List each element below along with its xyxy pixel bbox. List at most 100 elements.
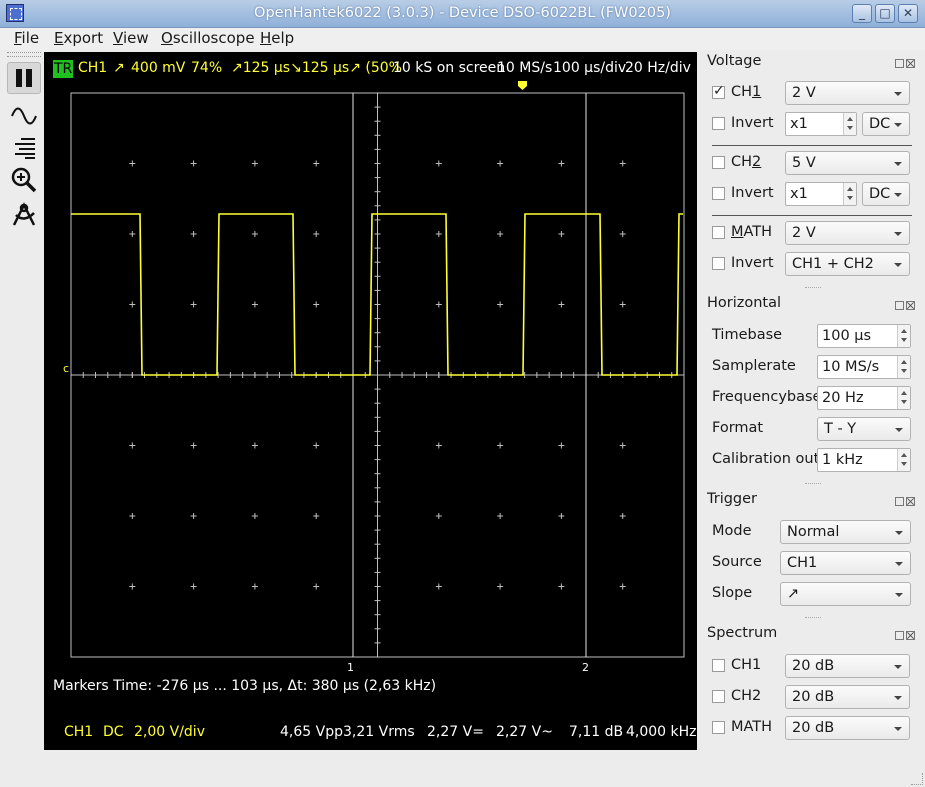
- bottom-vdc: 2,27 V=: [427, 724, 484, 740]
- spin-arrows-icon[interactable]: [843, 183, 856, 205]
- calibration-out-spinbox[interactable]: 1 kHz: [817, 448, 911, 472]
- toolbar-grip[interactable]: [7, 52, 41, 57]
- float-icon[interactable]: [895, 631, 904, 640]
- ch2-invert-label: Invert: [731, 185, 774, 201]
- top-timebase: 100 µs/div: [553, 60, 627, 76]
- menu-oscilloscope[interactable]: Oscilloscope: [161, 29, 255, 47]
- close-icon[interactable]: [906, 59, 915, 68]
- trigger-slope-select[interactable]: ↗: [780, 582, 911, 606]
- markers-readout: Markers Time: -276 µs ... 103 µs, Δt: 38…: [53, 678, 437, 694]
- frequencybase-label: Frequencybase: [712, 389, 822, 405]
- bottom-vac: 2,27 V~: [496, 724, 553, 740]
- close-button[interactable]: ✕: [898, 4, 918, 23]
- separator: [712, 145, 912, 146]
- close-icon[interactable]: [906, 301, 915, 310]
- samplerate-spinbox[interactable]: 10 MS/s: [817, 355, 911, 379]
- spectrum-ch2-select[interactable]: 20 dB: [785, 685, 910, 709]
- calibration-out-row: Calibration out 1 kHz: [712, 448, 912, 472]
- ch2-gain-select[interactable]: 5 V: [785, 151, 910, 175]
- zoom-icon: [11, 167, 37, 193]
- ch1-coupling-select[interactable]: DC: [862, 112, 910, 136]
- cursor-button[interactable]: [7, 198, 41, 230]
- menu-view[interactable]: View: [113, 29, 149, 47]
- top-samples: 10 kS on screen: [393, 60, 506, 76]
- scope-screen[interactable]: 1 2 c TR CH1 ↗ 400 mV 74% ↗125 µs↘125 µs↗ …: [44, 52, 697, 750]
- math-checkbox[interactable]: [712, 226, 725, 239]
- spin-arrows-icon[interactable]: [897, 449, 910, 471]
- trigger-source-label: Source: [712, 554, 762, 570]
- trigger-status-badge: TR: [53, 60, 74, 78]
- waveform-button[interactable]: [7, 100, 41, 132]
- measure-button[interactable]: [7, 132, 41, 164]
- bottom-frequency: 4,000 kHz: [626, 724, 697, 740]
- ch2-checkbox[interactable]: [712, 156, 725, 169]
- voltage-math-row: MATH 2 V: [712, 221, 912, 245]
- spectrum-math-select[interactable]: 20 dB: [785, 716, 910, 740]
- menu-help[interactable]: Help: [260, 29, 294, 47]
- frequencybase-spinbox[interactable]: 20 Hz: [817, 386, 911, 410]
- timebase-row: Timebase 100 µs: [712, 324, 912, 348]
- spectrum-ch2-checkbox[interactable]: [712, 690, 725, 703]
- spin-arrows-icon[interactable]: [897, 387, 910, 409]
- scope-graticule: 1 2 c: [63, 81, 685, 674]
- trigger-mode-select[interactable]: Normal: [780, 520, 911, 544]
- trigger-title: Trigger: [707, 491, 758, 507]
- format-row: Format T - Y: [712, 417, 912, 441]
- resize-handle[interactable]: [805, 483, 821, 486]
- timebase-spinbox[interactable]: 100 µs: [817, 324, 911, 348]
- trigger-source-select[interactable]: CH1: [780, 551, 911, 575]
- top-channel: CH1: [78, 60, 108, 76]
- pause-button[interactable]: [7, 62, 41, 94]
- ch2-probe-spinbox[interactable]: x1: [785, 182, 857, 206]
- minimize-button[interactable]: _: [852, 4, 872, 23]
- trigger-slope-row: Slope ↗: [712, 582, 912, 606]
- close-icon[interactable]: [906, 497, 915, 506]
- ch2-coupling-select[interactable]: DC: [862, 182, 910, 206]
- spin-arrows-icon[interactable]: [897, 325, 910, 347]
- float-icon[interactable]: [895, 301, 904, 310]
- resize-handle[interactable]: [805, 287, 821, 290]
- float-icon[interactable]: [895, 497, 904, 506]
- spectrum-ch1-label: CH1: [731, 657, 762, 673]
- voltage-ch1-row: CH1 2 V: [712, 81, 912, 105]
- marker-1-label: 1: [347, 661, 354, 674]
- trigger-source-row: Source CH1: [712, 551, 912, 575]
- settings-dock: Voltage CH1 2 V Invert x1 DC CH2 5 V Inv…: [700, 50, 925, 787]
- spectrum-ch2-label: CH2: [731, 688, 762, 704]
- float-icon[interactable]: [895, 59, 904, 68]
- maximize-button[interactable]: □: [875, 4, 895, 23]
- ch1-checkbox[interactable]: [712, 83, 725, 99]
- samplerate-value: 10 MS/s: [822, 359, 880, 375]
- voltage-math-invert-row: Invert CH1 + CH2: [712, 252, 912, 276]
- menu-file[interactable]: File: [14, 29, 39, 47]
- separator: [712, 215, 912, 216]
- menu-export[interactable]: Export: [54, 29, 103, 47]
- bottom-db: 7,11 dB: [569, 724, 624, 740]
- spectrum-ch1-select[interactable]: 20 dB: [785, 654, 910, 678]
- spectrum-math-row: MATH 20 dB: [712, 716, 912, 740]
- resize-handle[interactable]: [805, 617, 821, 620]
- math-mode-select[interactable]: CH1 + CH2: [785, 252, 910, 276]
- close-icon[interactable]: [906, 631, 915, 640]
- spin-arrows-icon[interactable]: [897, 356, 910, 378]
- pause-icon: [16, 69, 32, 87]
- bottom-volts-div: 2,00 V/div: [134, 724, 205, 740]
- math-invert-checkbox[interactable]: [712, 257, 725, 270]
- top-trigger-level: 400 mV: [131, 60, 186, 76]
- trigger-mode-row: Mode Normal: [712, 520, 912, 544]
- ch1-invert-checkbox[interactable]: [712, 117, 725, 130]
- zoom-button[interactable]: [7, 164, 41, 196]
- format-select[interactable]: T - Y: [817, 417, 911, 441]
- window-title: OpenHantek6022 (3.0.3) - Device DSO-6022…: [254, 5, 671, 21]
- spectrum-ch1-checkbox[interactable]: [712, 659, 725, 672]
- size-grip[interactable]: [911, 773, 923, 785]
- spin-arrows-icon[interactable]: [843, 113, 856, 135]
- math-gain-select[interactable]: 2 V: [785, 221, 910, 245]
- horizontal-title: Horizontal: [707, 295, 782, 311]
- spectrum-math-checkbox[interactable]: [712, 721, 725, 734]
- bottom-vrms: 3,21 Vrms: [343, 724, 415, 740]
- ch2-invert-checkbox[interactable]: [712, 187, 725, 200]
- ch1-gain-select[interactable]: 2 V: [785, 81, 910, 105]
- spectrum-ch2-row: CH2 20 dB: [712, 685, 912, 709]
- ch1-probe-spinbox[interactable]: x1: [785, 112, 857, 136]
